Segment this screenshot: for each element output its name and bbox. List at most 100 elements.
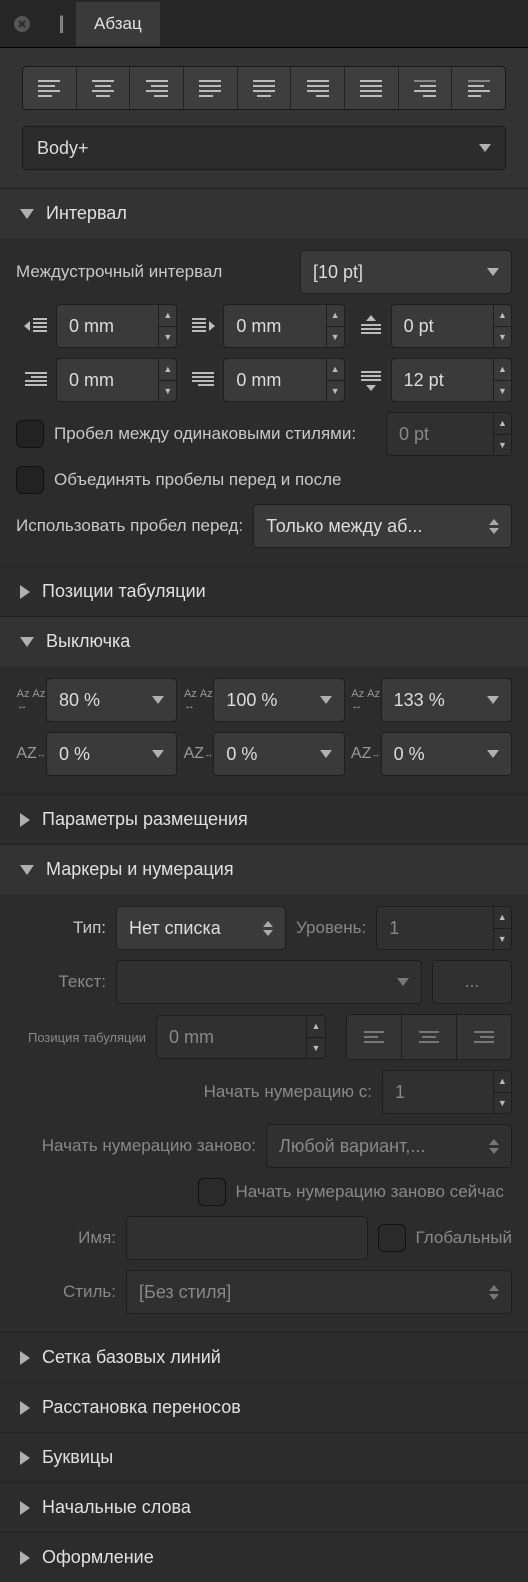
- letter-max-select[interactable]: 0 %: [381, 732, 512, 776]
- start-field[interactable]: [383, 1082, 493, 1103]
- stepper[interactable]: ▲▼: [326, 359, 344, 401]
- same-style-field[interactable]: [387, 424, 493, 445]
- letter-opt-value: 0 %: [226, 744, 257, 765]
- justify-full-button[interactable]: [345, 67, 398, 109]
- stepper[interactable]: ▲▼: [493, 1071, 511, 1113]
- justify-center-button[interactable]: [238, 67, 291, 109]
- section-tabs-title: Позиции табуляции: [42, 581, 206, 602]
- stepper[interactable]: ▲▼: [158, 305, 176, 347]
- space-after-field[interactable]: [392, 370, 493, 391]
- section-baseline-header[interactable]: Сетка базовых линий: [0, 1332, 528, 1382]
- close-icon[interactable]: [0, 15, 44, 33]
- text-select[interactable]: [116, 960, 422, 1004]
- letter-spacing-icon: AZ↔: [16, 745, 46, 763]
- same-style-checkbox[interactable]: [16, 420, 44, 448]
- same-style-input[interactable]: ▲▼: [386, 412, 512, 456]
- merge-spaces-checkbox[interactable]: [16, 466, 44, 494]
- tabpos-input[interactable]: ▲▼: [156, 1015, 326, 1059]
- name-field[interactable]: [127, 1228, 367, 1249]
- word-max-select[interactable]: 133 %: [381, 678, 512, 722]
- section-hyphen-header[interactable]: Расстановка переносов: [0, 1382, 528, 1432]
- align-right-button[interactable]: [130, 67, 183, 109]
- space-after-input[interactable]: ▲▼: [391, 358, 512, 402]
- tabpos-field[interactable]: [157, 1027, 306, 1048]
- list-type-select[interactable]: Нет списка: [116, 906, 286, 950]
- last-line-field[interactable]: [224, 370, 325, 391]
- word-min-select[interactable]: 80 %: [46, 678, 177, 722]
- space-before-field[interactable]: [392, 316, 493, 337]
- stepper[interactable]: ▲▼: [158, 359, 176, 401]
- justify-left-button[interactable]: [184, 67, 237, 109]
- section-placement-header[interactable]: Параметры размещения: [0, 794, 528, 844]
- start-label: Начать нумерацию с:: [16, 1082, 372, 1102]
- indent-right-icon: [183, 316, 223, 336]
- first-line-indent-icon: [16, 370, 56, 390]
- align-toward-spine-button[interactable]: [399, 67, 452, 109]
- drag-handle-icon[interactable]: ||: [44, 13, 76, 34]
- first-line-input[interactable]: ▲▼: [56, 358, 177, 402]
- restart-now-checkbox[interactable]: [198, 1178, 226, 1206]
- start-input[interactable]: ▲▼: [382, 1070, 512, 1114]
- word-spacing-icon: Az Az↔: [351, 688, 381, 712]
- tab-paragraph[interactable]: Абзац: [76, 2, 160, 46]
- space-before-input[interactable]: ▲▼: [391, 304, 512, 348]
- section-dropcaps-header[interactable]: Буквицы: [0, 1432, 528, 1482]
- list-align-right[interactable]: [457, 1015, 511, 1059]
- restart-now-label: Начать нумерацию заново сейчас: [236, 1182, 505, 1202]
- align-center-button[interactable]: [77, 67, 130, 109]
- name-label: Имя:: [16, 1228, 116, 1248]
- section-dropcaps-title: Буквицы: [42, 1447, 113, 1468]
- text-insert-button[interactable]: ...: [432, 960, 512, 1004]
- indent-left-input[interactable]: ▲▼: [56, 304, 177, 348]
- disclosure-closed-icon: [20, 813, 30, 827]
- align-left-button[interactable]: [23, 67, 76, 109]
- level-field[interactable]: [377, 918, 492, 939]
- section-initwords-header[interactable]: Начальные слова: [0, 1482, 528, 1532]
- double-arrow-icon: [263, 921, 273, 936]
- global-label: Глобальный: [416, 1228, 513, 1248]
- panel-header: || Абзац: [0, 0, 528, 48]
- disclosure-closed-icon: [20, 1451, 30, 1465]
- level-input[interactable]: ▲▼: [376, 906, 512, 950]
- last-line-input[interactable]: ▲▼: [223, 358, 344, 402]
- stepper[interactable]: ▲▼: [493, 359, 511, 401]
- stepper[interactable]: ▲▼: [493, 305, 511, 347]
- section-bullets-header[interactable]: Маркеры и нумерация: [0, 844, 528, 894]
- align-away-spine-button[interactable]: [452, 67, 505, 109]
- leading-label: Междустрочный интервал: [16, 262, 290, 282]
- stepper[interactable]: ▲▼: [306, 1016, 325, 1058]
- leading-value: [10 pt]: [313, 262, 363, 283]
- use-space-select[interactable]: Только между аб...: [253, 504, 512, 548]
- indent-right-input[interactable]: ▲▼: [223, 304, 344, 348]
- word-opt-value: 100 %: [226, 690, 277, 711]
- justify-right-button[interactable]: [291, 67, 344, 109]
- restart-select[interactable]: Любой вариант,...: [266, 1124, 512, 1168]
- section-justify-header[interactable]: Выключка: [0, 616, 528, 666]
- first-line-field[interactable]: [57, 370, 158, 391]
- disclosure-closed-icon: [20, 1401, 30, 1415]
- chevron-down-icon: [487, 696, 499, 704]
- stepper[interactable]: ▲▼: [493, 413, 511, 455]
- stepper[interactable]: ▲▼: [326, 305, 344, 347]
- global-checkbox[interactable]: [378, 1224, 406, 1252]
- alignment-block: Body+: [0, 48, 528, 188]
- letter-spacing-icon: AZ↔: [351, 745, 381, 763]
- paragraph-style-select[interactable]: Body+: [22, 126, 506, 170]
- letter-min-select[interactable]: 0 %: [46, 732, 177, 776]
- stepper[interactable]: ▲▼: [493, 907, 511, 949]
- indent-right-field[interactable]: [224, 316, 325, 337]
- name-input[interactable]: [126, 1216, 368, 1260]
- section-tabs-header[interactable]: Позиции табуляции: [0, 566, 528, 616]
- section-interval-header[interactable]: Интервал: [0, 188, 528, 238]
- list-align-left[interactable]: [347, 1015, 401, 1059]
- section-justify-body: Az Az↔80 % Az Az↔100 % Az Az↔133 % AZ↔0 …: [0, 666, 528, 794]
- leading-select[interactable]: [10 pt]: [300, 250, 512, 294]
- section-decor-header[interactable]: Оформление: [0, 1532, 528, 1582]
- indent-left-field[interactable]: [57, 316, 158, 337]
- word-opt-select[interactable]: 100 %: [213, 678, 344, 722]
- letter-opt-select[interactable]: 0 %: [213, 732, 344, 776]
- word-spacing-icon: Az Az↔: [16, 688, 46, 712]
- list-style-select[interactable]: [Без стиля]: [126, 1270, 512, 1314]
- section-interval-body: Междустрочный интервал [10 pt] ▲▼ ▲▼ ▲▼ …: [0, 238, 528, 566]
- list-align-center[interactable]: [402, 1015, 456, 1059]
